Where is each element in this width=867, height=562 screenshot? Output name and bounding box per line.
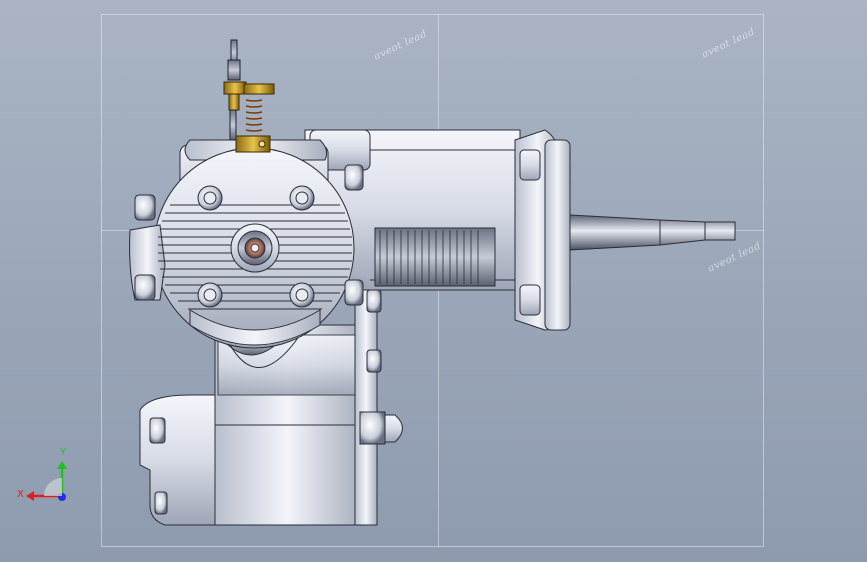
y-axis-label: Y [59,447,67,458]
cad-viewport[interactable]: aveot lead aveot lead aveot lead X Y [0,0,867,562]
coordinate-triad-icon: X Y [17,447,67,501]
x-axis-label: X [17,489,24,500]
engine-model-icon[interactable]: X Y [0,0,867,562]
